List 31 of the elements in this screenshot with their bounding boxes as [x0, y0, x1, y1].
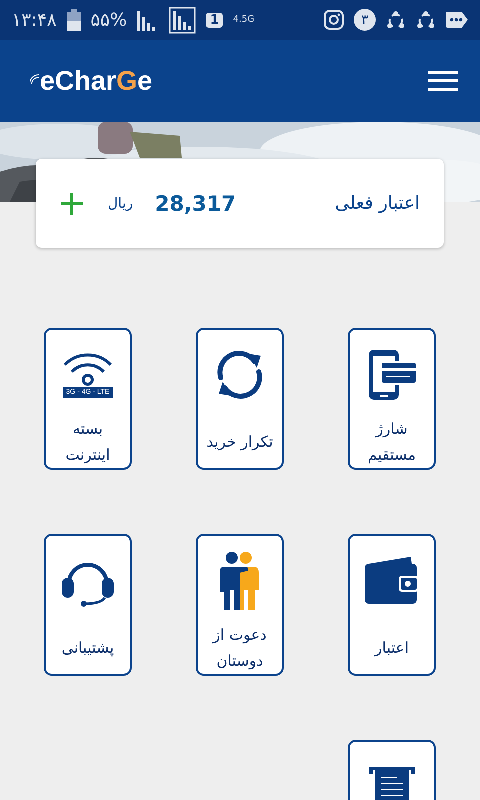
tile-label: پشتیبانی: [62, 638, 114, 659]
menu-tile[interactable]: دعوت از دوستان: [196, 534, 284, 676]
notification-badge: ۳: [354, 9, 376, 31]
tile-label: بسته اینترنت: [64, 419, 112, 466]
receipt-icon: [369, 767, 415, 800]
camera-icon: [324, 10, 344, 30]
menu-button[interactable]: [428, 70, 458, 92]
clock: ۱۳:۴۸: [12, 10, 57, 30]
tile-label: تکرار خرید: [206, 432, 274, 453]
menu-tile[interactable]: اعتبار: [348, 534, 436, 676]
network-type: 4.5G: [233, 16, 255, 24]
share-icon: [386, 10, 406, 30]
tile-label: شارژ مستقیم: [366, 419, 418, 466]
people-icon: [218, 552, 262, 610]
tile-label: اعتبار: [375, 638, 409, 659]
sim-indicator: 1: [206, 12, 224, 28]
menu-tile[interactable]: شارژ مستقیم: [348, 328, 436, 470]
logo: eCharGe: [30, 66, 153, 96]
battery-icon: [66, 9, 81, 31]
menu-tile[interactable]: تکرار خرید: [196, 328, 284, 470]
balance-amount: 28,317: [155, 192, 236, 216]
message-icon: [446, 12, 468, 28]
currency-label: ریال: [108, 196, 134, 212]
phone-card-icon: [366, 349, 418, 401]
tile-label: دعوت از دوستان: [212, 625, 268, 672]
balance-label: اعتبار فعلی: [335, 193, 420, 214]
menu-tile[interactable]: پشتیبانی: [44, 534, 132, 676]
add-credit-button[interactable]: [60, 192, 84, 216]
battery-level: ۵۵%: [90, 10, 128, 30]
signal-icon: [169, 6, 196, 34]
share-icon: [416, 10, 436, 30]
